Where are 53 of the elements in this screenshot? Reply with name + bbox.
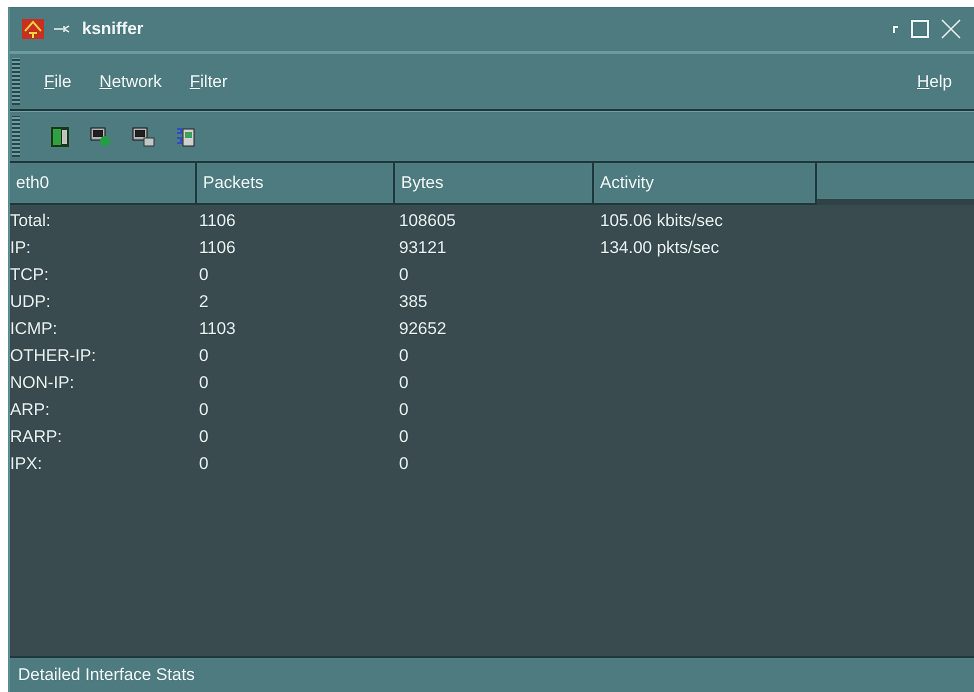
table-cell-text: ICMP: xyxy=(10,318,58,338)
computer-numbers-icon[interactable] xyxy=(176,126,196,148)
table-cell-text: TCP: xyxy=(10,264,50,284)
table-cell-text: 92652 xyxy=(398,318,448,338)
table-cell-text: IP: xyxy=(10,238,32,258)
computers-icon[interactable] xyxy=(132,126,156,146)
monitor-icon[interactable] xyxy=(90,126,112,146)
table-cell-text: NON-IP: xyxy=(10,372,76,392)
menu-item[interactable]: Network xyxy=(85,72,176,92)
table-cell-text: ARP: xyxy=(10,400,51,420)
table-cell-text: Total: xyxy=(10,210,52,230)
table-cell-text: 385 xyxy=(398,292,428,312)
table-cell-text: 1106 xyxy=(198,238,237,258)
table-cell-text: 0 xyxy=(198,426,210,446)
column-header[interactable]: eth0 xyxy=(10,163,197,205)
table-cell-text: 105.06 kbits/sec xyxy=(599,210,724,230)
window-title: ksniffer xyxy=(82,19,144,39)
table-cell-text: 0 xyxy=(398,454,410,474)
minimize-icon[interactable] xyxy=(892,24,900,34)
menu-item[interactable]: File xyxy=(30,72,86,92)
status-bar: Detailed Interface Stats xyxy=(10,656,974,692)
column-header[interactable]: Activity xyxy=(594,163,817,205)
table-cell-text: 0 xyxy=(398,264,410,284)
table-cell-text: 0 xyxy=(198,400,210,420)
table-cell-text: 134.00 pkts/sec xyxy=(599,238,720,258)
table-cell-text: 108605 xyxy=(398,210,457,230)
table-cell-text: 93121 xyxy=(398,238,448,258)
table-cell-text: 0 xyxy=(398,400,410,420)
table-cell-text: IPX: xyxy=(10,454,44,474)
table-cell-text: 0 xyxy=(198,264,210,284)
table-cell-text: 0 xyxy=(398,426,410,446)
table-cell-text: RARP: xyxy=(10,426,63,446)
column-header[interactable]: Bytes xyxy=(395,163,594,205)
app-icon xyxy=(22,19,44,39)
close-icon[interactable] xyxy=(940,18,962,40)
column-header[interactable]: Packets xyxy=(197,163,395,205)
table-cell-text: OTHER-IP: xyxy=(10,346,97,366)
pin-icon[interactable] xyxy=(54,25,72,33)
table-cell-text: 0 xyxy=(198,346,210,366)
table-cell-text: 0 xyxy=(198,372,210,392)
table-cell-text: 1106 xyxy=(198,210,237,230)
table-cell-text: 0 xyxy=(198,454,210,474)
table-cell-text: UDP: xyxy=(10,292,52,312)
network-card-icon[interactable] xyxy=(50,126,70,148)
drag-handle[interactable] xyxy=(12,58,20,105)
table-cell-text: 0 xyxy=(398,346,410,366)
table-cell-text: 1103 xyxy=(198,318,237,338)
drag-handle[interactable] xyxy=(12,116,20,157)
menu-item[interactable]: Filter xyxy=(176,72,242,92)
maximize-icon[interactable] xyxy=(910,19,930,39)
menu-item[interactable]: Help xyxy=(903,72,966,92)
table-cell-text: 2 xyxy=(198,292,210,312)
table-cell-text: 0 xyxy=(398,372,410,392)
